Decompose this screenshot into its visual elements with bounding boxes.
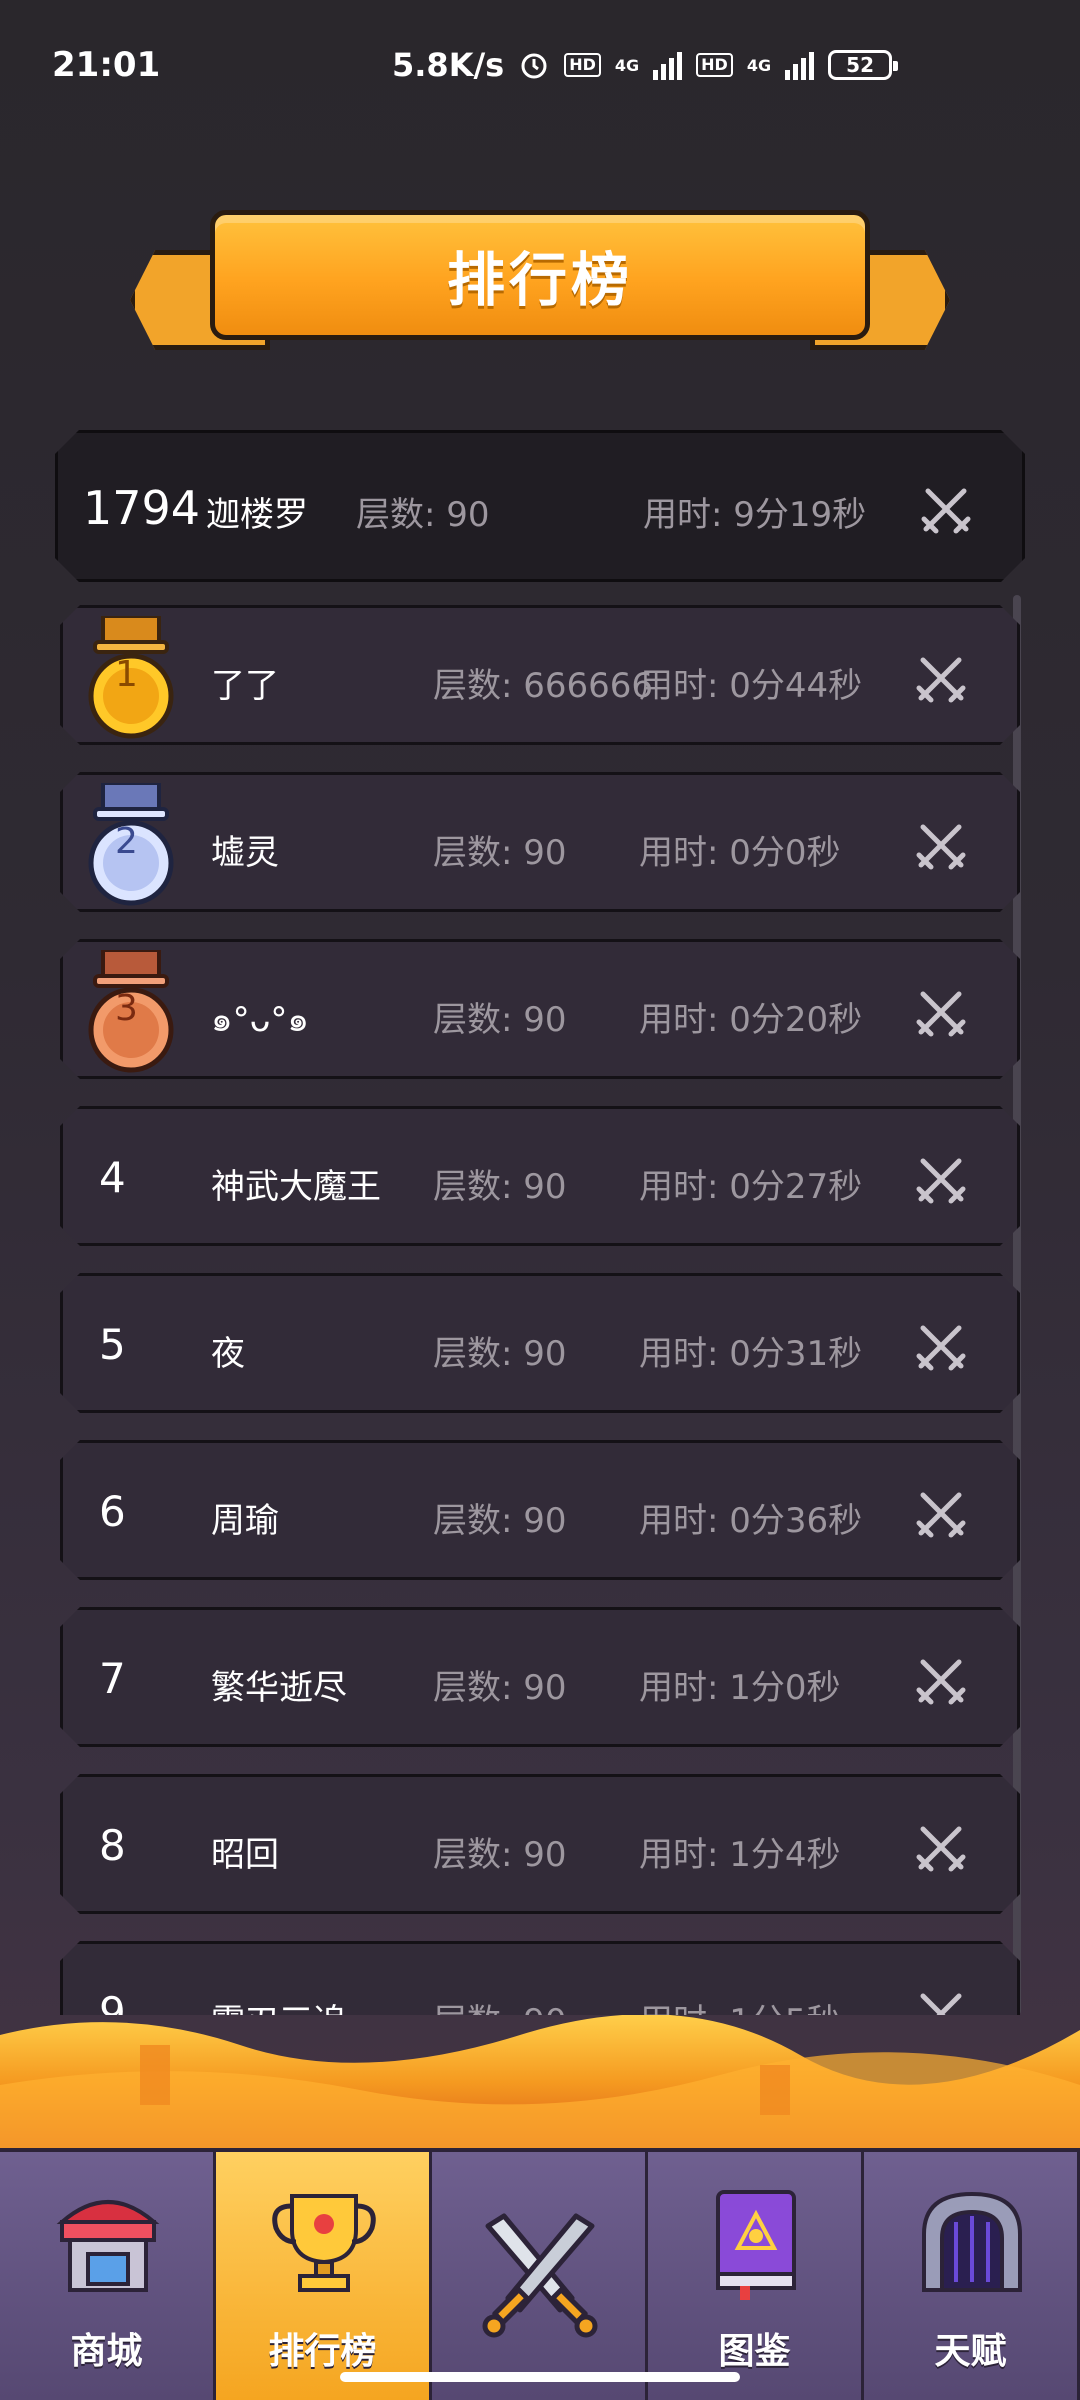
leaderboard-row[interactable]: 4 神武大魔王 层数: 90 用时: 0分27秒	[60, 1106, 1020, 1246]
nav-leaderboard-label: 排行榜	[268, 2331, 377, 2372]
nav-shop-label: 商城	[70, 2331, 143, 2372]
nav-leaderboard[interactable]: 排行榜	[216, 2148, 432, 2400]
status-time: 21:01	[52, 45, 161, 85]
book-icon	[716, 2190, 796, 2300]
player-name: 昭回	[211, 1835, 279, 1875]
crossed-swords-icon[interactable]	[916, 479, 976, 539]
leaderboard-row[interactable]: 3 ๑°ᴗ°๑ 层数: 90 用时: 0分20秒	[60, 939, 1020, 1079]
player-name: 夜	[211, 1334, 245, 1374]
leaderboard-row[interactable]: 8 昭回 层数: 90 用时: 1分4秒	[60, 1774, 1020, 1914]
crossed-swords-icon[interactable]	[911, 815, 971, 875]
battery-icon: 52	[828, 50, 899, 80]
lava-decoration	[0, 2015, 1080, 2150]
status-bar: 21:01 5.8K/s HD 4G HD 4G 52	[0, 0, 1080, 130]
player-time: 用时: 0分20秒	[639, 1000, 863, 1040]
player-layers: 层数: 90	[433, 833, 567, 873]
player-layers: 层数: 90	[433, 1000, 567, 1040]
bottom-nav: 商城 排行榜 图鉴 天赋	[0, 2148, 1080, 2400]
crossed-swords-icon[interactable]	[911, 982, 971, 1042]
leaderboard-list[interactable]: 1 了了 层数: 666666 用时: 0分44秒 2 墟灵 层数: 90 用时…	[60, 605, 1020, 2015]
rank-number: 6	[99, 1487, 126, 1536]
player-name: ๑°ᴗ°๑	[211, 1000, 309, 1040]
player-layers: 层数: 90	[433, 1167, 567, 1207]
player-name: 霜刃三追	[211, 1994, 347, 2015]
leaderboard-row[interactable]: 9 霜刃三追 层数: 90 用时: 1分5秒	[60, 1941, 1020, 2015]
my-rank-row[interactable]: 1794 迦楼罗 层数: 90 用时: 9分19秒	[55, 430, 1025, 582]
player-name: 繁华逝尽	[211, 1668, 347, 1708]
nav-battle[interactable]	[432, 2148, 648, 2400]
player-time: 用时: 1分0秒	[639, 1668, 841, 1708]
sig-label: 4G	[614, 55, 640, 75]
alarm-icon	[521, 53, 547, 79]
leaderboard-row[interactable]: 6 周瑜 层数: 90 用时: 0分36秒	[60, 1440, 1020, 1580]
player-time: 用时: 1分4秒	[639, 1835, 841, 1875]
player-name: 墟灵	[211, 833, 279, 873]
my-name: 迦楼罗	[206, 495, 308, 535]
hd-badge: HD	[564, 53, 601, 77]
crossed-swords-icon	[482, 2213, 598, 2338]
my-rank: 1794	[83, 481, 201, 535]
sig-label: 4G	[746, 55, 772, 75]
player-layers: 层数: 90	[433, 1334, 567, 1374]
nav-codex[interactable]: 图鉴	[648, 2148, 864, 2400]
signal-icon	[785, 50, 815, 80]
rank-number: 5	[99, 1320, 126, 1369]
player-time: 用时: 0分27秒	[639, 1167, 863, 1207]
trophy-icon	[272, 2194, 376, 2292]
crossed-swords-icon[interactable]	[911, 1817, 971, 1877]
player-layers: 层数: 90	[433, 1501, 567, 1541]
player-layers: 层数: 666666	[433, 666, 654, 706]
shop-icon	[56, 2200, 160, 2292]
player-layers: 层数: 90	[433, 1835, 567, 1875]
leaderboard-row[interactable]: 2 墟灵 层数: 90 用时: 0分0秒	[60, 772, 1020, 912]
nav-codex-label: 图鉴	[718, 2331, 791, 2372]
player-layers: 层数: 90	[433, 1994, 567, 2015]
hd-badge: HD	[696, 53, 733, 77]
gate-icon	[922, 2191, 1022, 2292]
leaderboard-row[interactable]: 1 了了 层数: 666666 用时: 0分44秒	[60, 605, 1020, 745]
rank-number: 9	[99, 1988, 126, 2015]
rank-number: 1	[115, 654, 138, 695]
rank-number: 7	[99, 1654, 126, 1703]
status-indicators: 5.8K/s HD 4G HD 4G 52	[392, 46, 899, 84]
leaderboard-row[interactable]: 5 夜 层数: 90 用时: 0分31秒	[60, 1273, 1020, 1413]
nav-shop[interactable]: 商城	[0, 2148, 216, 2400]
crossed-swords-icon[interactable]	[911, 648, 971, 708]
leaderboard-row[interactable]: 7 繁华逝尽 层数: 90 用时: 1分0秒	[60, 1607, 1020, 1747]
page-title: 排行榜	[446, 246, 633, 314]
crossed-swords-icon[interactable]	[911, 1483, 971, 1543]
player-name: 神武大魔王	[211, 1167, 381, 1207]
home-indicator[interactable]	[340, 2372, 740, 2382]
player-time: 用时: 1分5秒	[639, 1994, 841, 2015]
player-name: 周瑜	[211, 1501, 279, 1541]
player-name: 了了	[211, 666, 279, 706]
player-time: 用时: 0分36秒	[639, 1501, 863, 1541]
rank-number: 2	[115, 821, 138, 862]
nav-talent[interactable]: 天赋	[864, 2148, 1080, 2400]
nav-talent-label: 天赋	[934, 2331, 1007, 2372]
crossed-swords-icon[interactable]	[911, 1316, 971, 1376]
ribbon: 排行榜	[210, 210, 870, 340]
title-banner: 排行榜	[130, 210, 950, 360]
signal-icon	[653, 50, 683, 80]
my-layers: 层数: 90	[356, 495, 490, 535]
net-speed: 5.8K/s	[392, 46, 505, 84]
player-time: 用时: 0分31秒	[639, 1334, 863, 1374]
rank-number: 8	[99, 1821, 126, 1870]
rank-number: 3	[115, 988, 138, 1029]
rank-number: 4	[99, 1153, 126, 1202]
player-time: 用时: 0分0秒	[639, 833, 841, 873]
crossed-swords-icon[interactable]	[911, 1149, 971, 1209]
player-time: 用时: 0分44秒	[639, 666, 863, 706]
crossed-swords-icon[interactable]	[911, 1650, 971, 1710]
player-layers: 层数: 90	[433, 1668, 567, 1708]
crossed-swords-icon[interactable]	[911, 1984, 971, 2015]
my-time: 用时: 9分19秒	[643, 495, 867, 535]
